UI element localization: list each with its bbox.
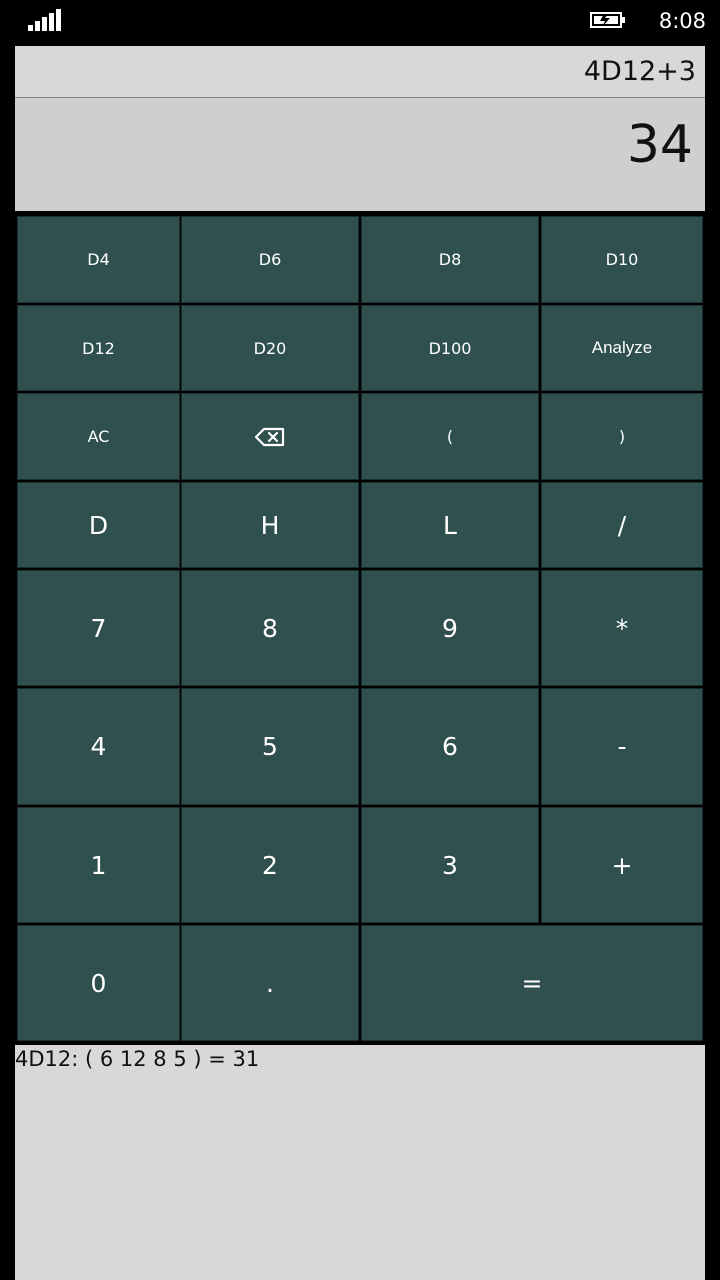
clock-time: 8:08 <box>658 9 706 33</box>
key-close-paren[interactable]: ) <box>541 393 703 480</box>
expression-display: 4D12+3 <box>15 46 705 97</box>
key-d[interactable]: D <box>17 482 180 568</box>
key-6[interactable]: 6 <box>361 688 539 805</box>
key-d100[interactable]: D100 <box>361 305 539 391</box>
history-entry: 4D12: ( 6 12 8 5 ) = 31 <box>15 1047 260 1071</box>
key-l[interactable]: L <box>361 482 539 568</box>
key-plus[interactable]: + <box>541 807 703 923</box>
key-equals[interactable]: = <box>361 925 703 1041</box>
key-h[interactable]: H <box>181 482 359 568</box>
battery-charging-icon <box>590 10 628 30</box>
key-d10[interactable]: D10 <box>541 216 703 303</box>
key-d12[interactable]: D12 <box>17 305 180 391</box>
key-d8[interactable]: D8 <box>361 216 539 303</box>
signal-strength-icon <box>28 9 64 31</box>
backspace-icon <box>255 427 285 446</box>
analyze-button[interactable]: Analyze <box>541 305 703 391</box>
keypad: D4 D6 D8 D10 D12 D20 D100 Analyze AC ( )… <box>15 213 705 1043</box>
clear-all-button[interactable]: AC <box>17 393 180 480</box>
key-3[interactable]: 3 <box>361 807 539 923</box>
key-1[interactable]: 1 <box>17 807 180 923</box>
result-display: 34 <box>15 98 705 211</box>
key-5[interactable]: 5 <box>181 688 359 805</box>
key-d4[interactable]: D4 <box>17 216 180 303</box>
key-8[interactable]: 8 <box>181 570 359 686</box>
key-2[interactable]: 2 <box>181 807 359 923</box>
key-0[interactable]: 0 <box>17 925 180 1041</box>
key-divide[interactable]: / <box>541 482 703 568</box>
key-9[interactable]: 9 <box>361 570 539 686</box>
history-panel: 4D12: ( 6 12 8 5 ) = 31 <box>15 1045 705 1280</box>
key-d6[interactable]: D6 <box>181 216 359 303</box>
key-decimal[interactable]: . <box>181 925 359 1041</box>
backspace-button[interactable] <box>181 393 359 480</box>
key-7[interactable]: 7 <box>17 570 180 686</box>
key-4[interactable]: 4 <box>17 688 180 805</box>
key-minus[interactable]: - <box>541 688 703 805</box>
key-d20[interactable]: D20 <box>181 305 359 391</box>
key-open-paren[interactable]: ( <box>361 393 539 480</box>
key-multiply[interactable]: * <box>541 570 703 686</box>
